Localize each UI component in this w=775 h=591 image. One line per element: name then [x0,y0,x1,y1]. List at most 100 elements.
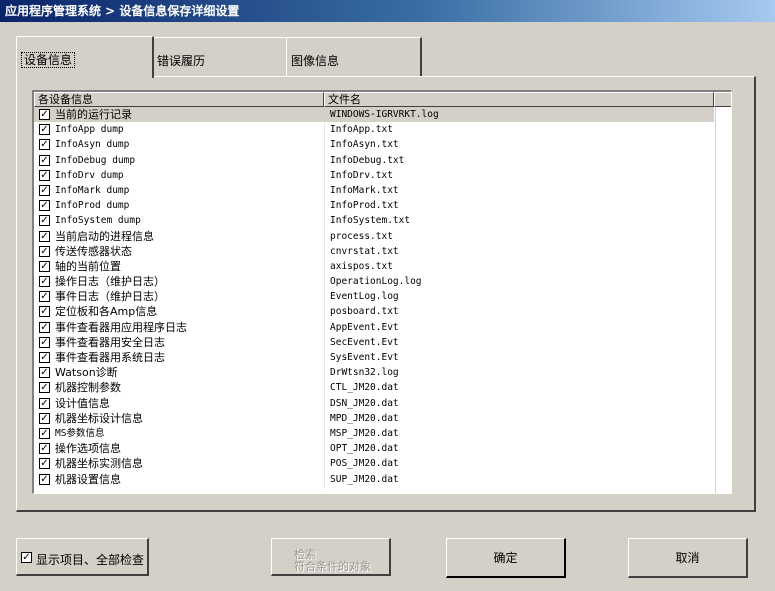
file-name-cell: InfoApp.txt [330,124,393,136]
checkbox-icon[interactable]: ✓ [39,306,50,318]
show-all-checkbox[interactable]: ✓ 显示项目、全部检查 [16,538,149,576]
device-info-cell: ✓ 定位板和各Amp信息 [34,304,324,319]
device-info-name: 操作选项信息 [55,442,121,456]
checkbox-icon[interactable]: ✓ [39,184,50,196]
device-info-cell: ✓ 事件查看器用应用程序日志 [34,320,324,335]
checkbox-icon[interactable]: ✓ [39,367,50,379]
file-name-cell: process.txt [330,230,393,242]
column-header-filler [714,92,731,107]
checkbox-icon[interactable]: ✓ [39,169,50,181]
file-name-cell: OperationLog.log [330,276,422,288]
table-row[interactable]: ✓ 当前启动的进程信息 process.txt [34,229,731,244]
checkbox-icon[interactable]: ✓ [39,412,50,424]
checkbox-icon[interactable]: ✓ [39,139,50,151]
device-info-name: InfoProd dump [55,200,130,212]
tab-error-history[interactable]: 错误履历 [152,37,288,77]
checkbox-icon[interactable]: ✓ [39,458,50,470]
table-row[interactable]: ✓ InfoProd dump InfoProd.txt [34,198,731,213]
checkbox-icon[interactable]: ✓ [39,443,50,455]
file-name-cell: InfoAsyn.txt [330,139,399,151]
checkbox-icon[interactable]: ✓ [39,245,50,257]
table-row[interactable]: ✓ 定位板和各Amp信息 posboard.txt [34,304,731,319]
tab-device-info[interactable]: 设备信息 [16,36,154,78]
table-row[interactable]: ✓ InfoMark dump InfoMark.txt [34,183,731,198]
device-info-list[interactable]: 各设备信息 文件名 ✓ 当前的运行记录 WINDOWS-IGRVRKT.log ✓ In… [32,90,732,494]
table-row[interactable]: ✓ 事件查看器用安全日志 SecEvent.Evt [34,335,731,350]
column-header-device-info[interactable]: 各设备信息 [34,92,324,107]
table-row[interactable]: ✓ 传送传感器状态 cnvrstat.txt [34,244,731,259]
checkbox-icon[interactable]: ✓ [39,473,50,485]
table-row[interactable]: ✓ 机器控制参数 CTL_JM20.dat [34,380,731,395]
checkbox-icon[interactable]: ✓ [39,215,50,227]
device-info-cell: ✓ Watson诊断 [34,365,324,380]
checkbox-icon[interactable]: ✓ [39,124,50,136]
device-info-name: 事件查看器用安全日志 [55,335,165,349]
device-info-cell: ✓ 机器坐标设计信息 [34,411,324,426]
checkbox-icon[interactable]: ✓ [39,260,50,272]
device-info-cell: ✓ 当前的运行记录 [34,107,324,122]
table-row[interactable]: ✓ 事件查看器用系统日志 SysEvent.Evt [34,350,731,365]
file-name-cell: DrWtsn32.log [330,367,399,379]
tab-device-info-label: 设备信息 [21,52,76,68]
file-name-cell: InfoDebug.txt [330,154,405,166]
cancel-button[interactable]: 取消 [628,538,748,578]
table-row[interactable]: ✓ 机器坐标实测信息 POS_JM20.dat [34,456,731,471]
table-row[interactable]: ✓ InfoApp dump InfoApp.txt [34,122,731,137]
device-info-name: 轴的当前位置 [55,259,121,273]
checkbox-icon[interactable]: ✓ [39,382,50,394]
column-header-file-name[interactable]: 文件名 [324,92,714,107]
file-name-cell: OPT_JM20.dat [330,443,399,455]
table-row[interactable]: ✓ 当前的运行记录 WINDOWS-IGRVRKT.log [34,107,731,122]
table-row[interactable]: ✓ 事件查看器用应用程序日志 AppEvent.Evt [34,320,731,335]
device-info-cell: ✓ 机器坐标实测信息 [34,456,324,471]
device-info-name: 当前的运行记录 [55,108,132,121]
device-info-cell: ✓ InfoDrv dump [34,168,324,183]
checkbox-icon[interactable]: ✓ [39,154,50,166]
checkbox-icon[interactable]: ✓ [39,200,50,212]
device-info-name: 机器设置信息 [55,472,121,486]
table-row[interactable]: ✓ 设计值信息 DSN_JM20.dat [34,396,731,411]
device-info-cell: ✓ 操作选项信息 [34,441,324,456]
select-matching-button[interactable]: 检索 符合条件的对象 [271,538,391,576]
table-row[interactable]: ✓ 轴的当前位置 axispos.txt [34,259,731,274]
table-row[interactable]: ✓ 机器设置信息 SUP_JM20.dat [34,472,731,487]
device-info-name: InfoDebug dump [55,154,136,166]
tab-image-info[interactable]: 图像信息 [286,37,422,77]
checkbox-icon[interactable]: ✓ [39,276,50,288]
checkbox-icon[interactable]: ✓ [39,291,50,303]
device-info-name: 传送传感器状态 [55,244,132,258]
checkbox-icon[interactable]: ✓ [39,109,50,120]
device-info-name: Watson诊断 [55,366,118,380]
device-info-name: InfoAsyn dump [55,139,130,151]
checkbox-icon[interactable]: ✓ [39,397,50,409]
device-info-name: 当前启动的进程信息 [55,229,154,243]
table-row[interactable]: ✓ 事件日志（维护日志） EventLog.log [34,289,731,304]
tab-error-history-label: 错误履历 [157,54,206,68]
table-row[interactable]: ✓ InfoDebug dump InfoDebug.txt [34,153,731,168]
table-row[interactable]: ✓ MS参数信息 MSP_JM20.dat [34,426,731,441]
device-info-cell: ✓ 设计值信息 [34,396,324,411]
device-info-name: 操作日志（维护日志） [55,275,165,289]
table-row[interactable]: ✓ InfoSystem dump InfoSystem.txt [34,213,731,228]
table-row[interactable]: ✓ 操作日志（维护日志） OperationLog.log [34,274,731,289]
checkbox-icon[interactable]: ✓ [39,352,50,363]
table-row[interactable]: ✓ InfoAsyn dump InfoAsyn.txt [34,137,731,152]
device-info-cell: ✓ 事件查看器用安全日志 [34,335,324,350]
checkbox-icon[interactable]: ✓ [21,552,32,563]
checkbox-icon[interactable]: ✓ [39,336,50,348]
device-info-cell: ✓ 当前启动的进程信息 [34,229,324,244]
checkbox-icon[interactable]: ✓ [39,427,50,439]
table-row[interactable]: ✓ 机器坐标设计信息 MPD_JM20.dat [34,411,731,426]
ok-button[interactable]: 确定 [446,538,566,578]
table-row[interactable]: ✓ InfoDrv dump InfoDrv.txt [34,168,731,183]
checkbox-icon[interactable]: ✓ [39,321,50,333]
checkbox-icon[interactable]: ✓ [39,230,50,242]
device-info-name: 事件查看器用应用程序日志 [55,320,187,334]
list-header: 各设备信息 文件名 [34,92,731,107]
device-info-name: InfoMark dump [55,184,130,196]
table-row[interactable]: ✓ 操作选项信息 OPT_JM20.dat [34,441,731,456]
file-name-cell: axispos.txt [330,260,393,272]
device-info-name: 机器控制参数 [55,381,121,395]
table-row[interactable]: ✓ Watson诊断 DrWtsn32.log [34,365,731,380]
device-info-cell: ✓ InfoProd dump [34,198,324,213]
